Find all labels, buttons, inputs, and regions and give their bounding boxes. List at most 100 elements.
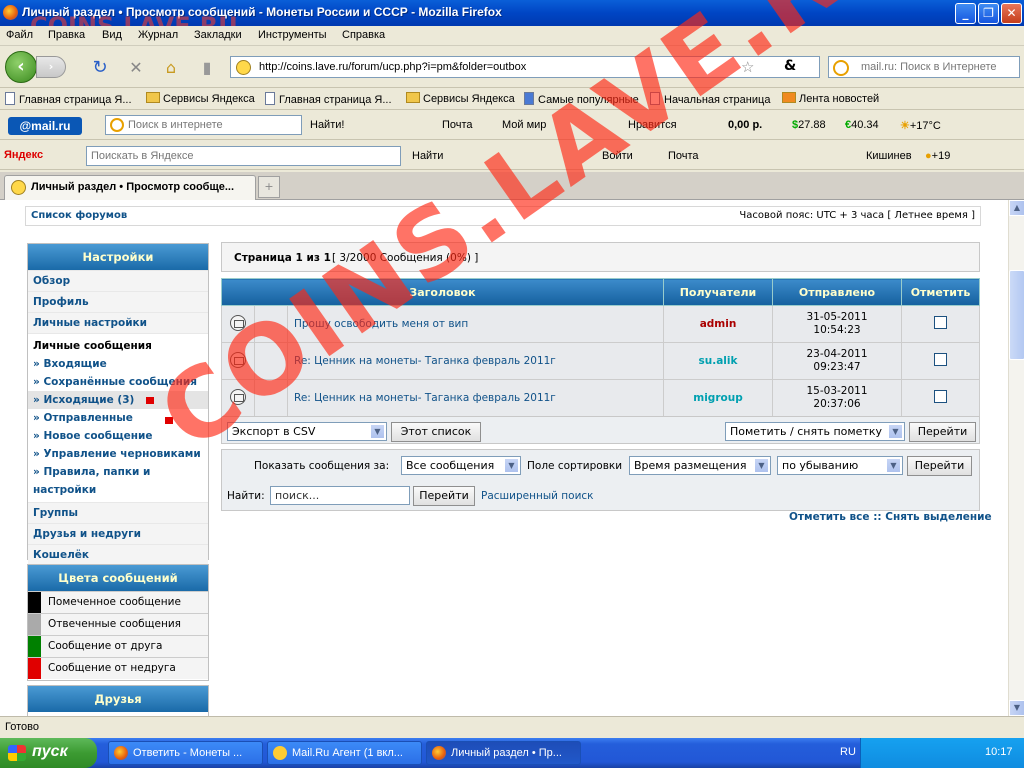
bookmark-rss[interactable]: Лента новостей	[782, 92, 879, 105]
menu-tools[interactable]: Инструменты	[258, 29, 327, 41]
pm-link-outbox[interactable]: » Исходящие (3)	[28, 391, 208, 409]
bookmark-item[interactable]: Главная страница Я...	[5, 92, 132, 106]
show-select[interactable]: Все сообщения ▼	[401, 456, 521, 475]
pm-link-drafts[interactable]: » Управление черновиками	[28, 445, 208, 463]
minimize-button[interactable]: _	[955, 3, 976, 24]
ampersand-icon[interactable]: &	[784, 58, 796, 74]
yandex-find-button[interactable]: Найти	[412, 150, 443, 162]
bookmark-item[interactable]: Начальная страница	[650, 92, 770, 106]
timezone: Часовой пояс: UTC + 3 часа [ Летнее врем…	[739, 210, 975, 221]
message-subject[interactable]: Re: Ценник на монеты- Таганка февраль 20…	[287, 342, 664, 380]
advanced-search-link[interactable]: Расширенный поиск	[481, 490, 594, 502]
color-legend-row: Сообщение от друга	[28, 635, 208, 657]
mark-select[interactable]: Пометить / снять пометку ▼	[725, 422, 905, 441]
like-button[interactable]: Нравится	[628, 119, 677, 131]
bookmark-item[interactable]: Самые популярные	[524, 92, 639, 106]
yandex-search-input[interactable]: Поискать в Яндексе	[86, 146, 401, 166]
unmark-all-link[interactable]: Снять выделение	[885, 511, 991, 523]
scroll-thumb[interactable]	[1009, 270, 1024, 360]
table-row[interactable]: Re: Ценник на монеты- Таганка февраль 20…	[221, 342, 980, 380]
url-bar[interactable]: http://coins.lave.ru/forum/ucp.php?i=pm&…	[230, 56, 820, 78]
sidebar-item-profile[interactable]: Профиль	[28, 291, 208, 312]
sidebar-item-overview[interactable]: Обзор	[28, 270, 208, 291]
taskbar-item[interactable]: Ответить - Монеты ...	[108, 741, 263, 765]
close-button[interactable]: ✕	[1001, 3, 1022, 24]
vertical-scrollbar[interactable]: ▲ ▼	[1008, 200, 1024, 716]
sort-select[interactable]: Время размещения ▼	[629, 456, 771, 475]
yandex-logo[interactable]: Яндекс	[4, 149, 43, 161]
language-indicator[interactable]: RU	[840, 746, 856, 758]
mailru-mail-button[interactable]: Почта	[442, 119, 473, 131]
find-input[interactable]: поиск...	[270, 486, 410, 505]
bookmark-folder[interactable]: Сервисы Яндекса	[146, 92, 255, 105]
table-row[interactable]: Прошу освободить меня от вип admin 31-05…	[221, 305, 980, 343]
mark-checkbox[interactable]	[934, 390, 947, 403]
search-box[interactable]: mail.ru: Поиск в Интернете	[828, 56, 1020, 78]
yandex-login-button[interactable]: Войти	[602, 150, 633, 162]
pm-link-compose[interactable]: » Новое сообщение	[28, 427, 208, 445]
message-recipient[interactable]: migroup	[663, 379, 773, 417]
scroll-up-arrow[interactable]: ▲	[1009, 200, 1024, 216]
money-balance[interactable]: 0,00 р.	[728, 119, 762, 131]
maximize-button[interactable]: ❐	[978, 3, 999, 24]
sidebar-item-friends[interactable]: Друзья и недруги	[28, 523, 208, 544]
stop-icon[interactable]: ✕	[126, 58, 146, 78]
menu-bookmarks[interactable]: Закладки	[194, 29, 242, 41]
unread-marker	[165, 417, 173, 424]
star-icon[interactable]: ☆	[741, 58, 754, 76]
usd-rate[interactable]: $27.88	[792, 119, 826, 131]
taskbar-item-active[interactable]: Личный раздел • Пр...	[426, 741, 581, 765]
find-go-button[interactable]: Перейти	[413, 486, 475, 506]
message-subject[interactable]: Re: Ценник на монеты- Таганка февраль 20…	[287, 379, 664, 417]
message-recipient[interactable]: admin	[663, 305, 773, 343]
clock[interactable]: 10:17	[985, 746, 1013, 758]
sidebar-item-wallet[interactable]: Кошелёк	[28, 544, 208, 565]
mailru-logo[interactable]: @mail.ru	[8, 117, 82, 135]
table-row[interactable]: Re: Ценник на монеты- Таганка февраль 20…	[221, 379, 980, 417]
menu-edit[interactable]: Правка	[48, 29, 85, 41]
yandex-temp[interactable]: ●+19	[925, 150, 950, 162]
mark-all-link[interactable]: Отметить все	[789, 511, 870, 523]
menu-history[interactable]: Журнал	[138, 29, 178, 41]
menu-view[interactable]: Вид	[102, 29, 122, 41]
sidebar-item-groups[interactable]: Группы	[28, 502, 208, 523]
forward-button[interactable]: ›	[36, 56, 66, 78]
pm-link-inbox[interactable]: » Входящие	[28, 355, 208, 373]
message-subject[interactable]: Прошу освободить меня от вип	[287, 305, 664, 343]
mailru-myworld-button[interactable]: Мой мир	[502, 119, 546, 131]
yandex-mail-button[interactable]: Почта	[668, 150, 699, 162]
order-select[interactable]: по убыванию ▼	[777, 456, 903, 475]
menu-file[interactable]: Файл	[6, 29, 33, 41]
mailru-search-input[interactable]: Поиск в интернете	[105, 115, 302, 135]
export-button[interactable]: Этот список	[391, 422, 481, 442]
bars-icon[interactable]: ▮	[197, 58, 217, 78]
yandex-city[interactable]: Кишинев	[866, 150, 912, 162]
new-tab-button[interactable]: +	[258, 176, 280, 198]
pm-link-sent[interactable]: » Отправленные	[28, 409, 208, 427]
go-button[interactable]: Перейти	[909, 422, 976, 442]
pm-link-rules[interactable]: » Правила, папки и настройки	[28, 463, 208, 499]
mark-checkbox[interactable]	[934, 316, 947, 329]
sidebar-item-preferences[interactable]: Личные настройки	[28, 312, 208, 333]
tab-active[interactable]: Личный раздел • Просмотр сообще...	[4, 175, 256, 200]
scroll-down-arrow[interactable]: ▼	[1009, 700, 1024, 716]
back-button[interactable]: ‹	[5, 51, 37, 83]
forum-list-link[interactable]: Список форумов	[31, 210, 127, 221]
home-icon[interactable]: ⌂	[161, 58, 181, 78]
start-button[interactable]: пуск	[0, 738, 97, 768]
mailru-find-button[interactable]: Найти!	[310, 119, 344, 131]
sort-go-button[interactable]: Перейти	[907, 456, 972, 476]
menu-help[interactable]: Справка	[342, 29, 385, 41]
reload-icon[interactable]: ↻	[90, 58, 110, 78]
bookmark-item[interactable]: Главная страница Я...	[265, 92, 392, 106]
export-select[interactable]: Экспорт в CSV ▼	[227, 422, 387, 441]
window-titlebar[interactable]: Личный раздел • Просмотр сообщений - Мон…	[0, 0, 1024, 26]
eur-rate[interactable]: €40.34	[845, 119, 879, 131]
unread-marker	[146, 397, 154, 404]
message-recipient[interactable]: su.alik	[663, 342, 773, 380]
weather[interactable]: ☀+17°C	[900, 119, 941, 132]
pm-link-saved[interactable]: » Сохранённые сообщения	[28, 373, 208, 391]
mark-checkbox[interactable]	[934, 353, 947, 366]
taskbar-item[interactable]: Mail.Ru Агент (1 вкл...	[267, 741, 422, 765]
bookmark-folder[interactable]: Сервисы Яндекса	[406, 92, 515, 105]
